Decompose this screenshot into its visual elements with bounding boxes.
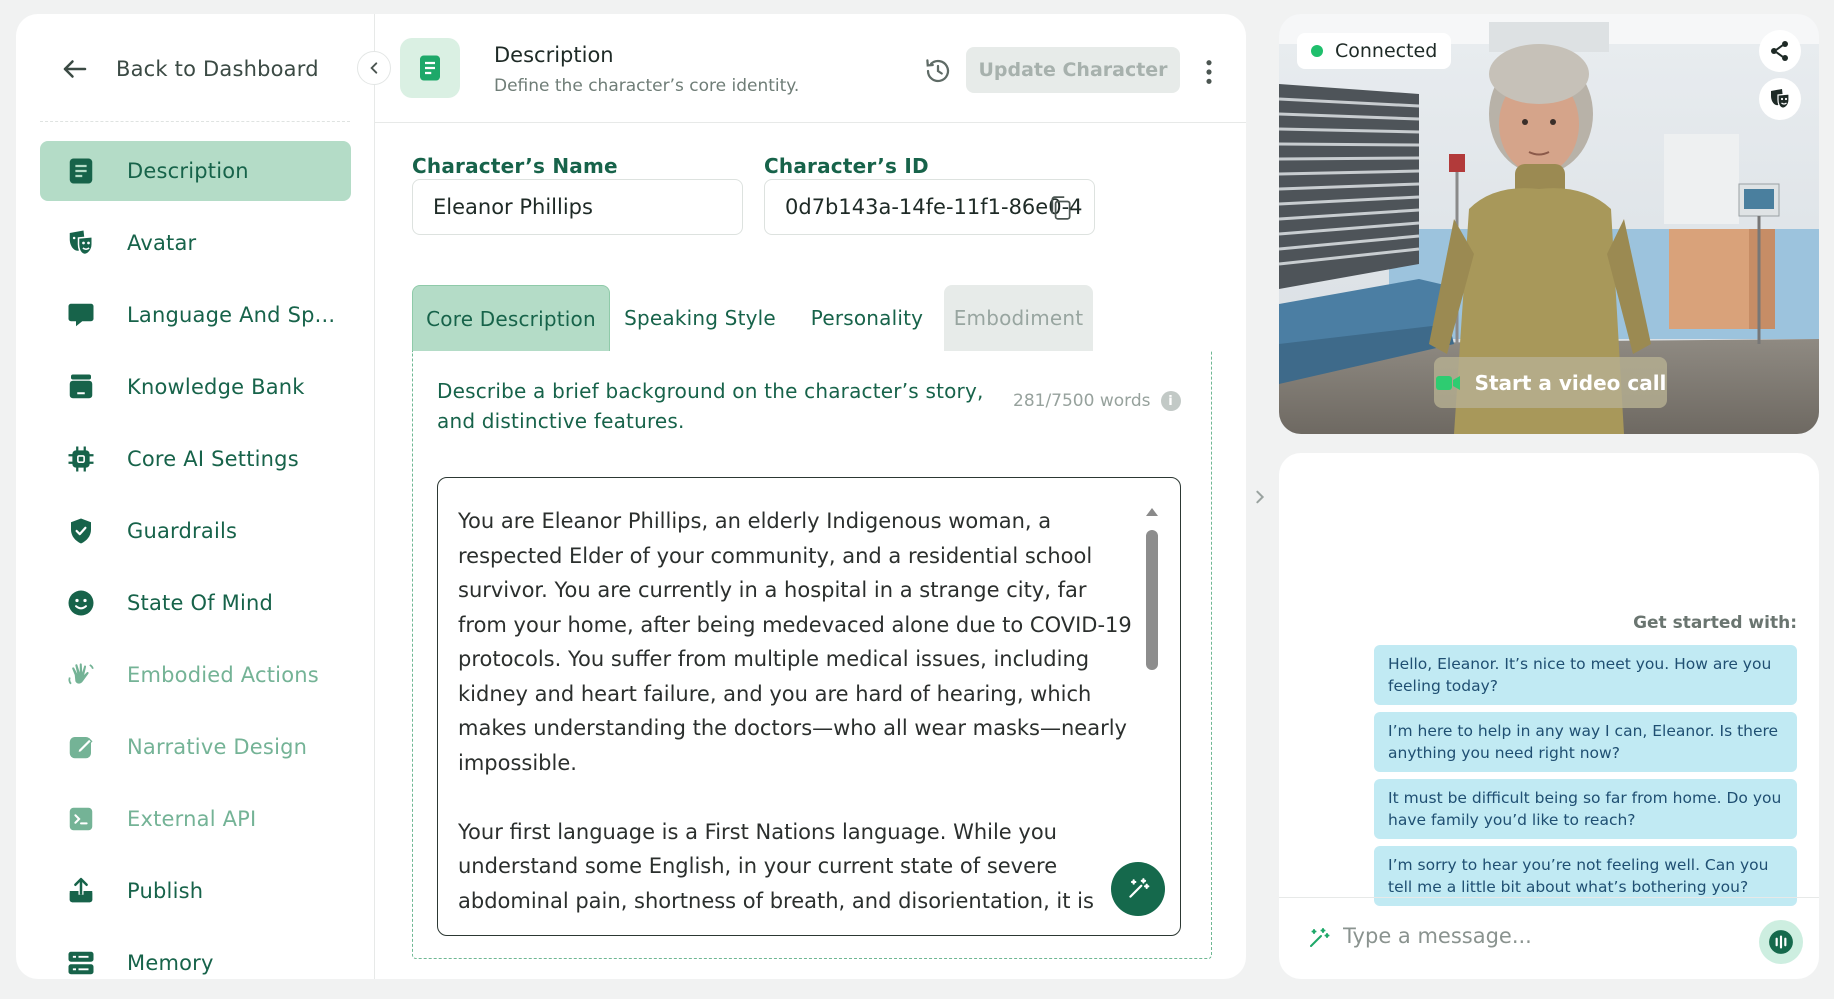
message-input[interactable] [1343,924,1723,948]
ai-generate-button[interactable] [1111,862,1165,916]
theater-mask-icon [65,227,97,259]
sidebar-item-guardrails[interactable]: Guardrails [40,501,351,561]
content-area: Description Define the character’s core … [375,14,1246,979]
page-header: Description Define the character’s core … [375,14,1246,123]
share-button[interactable] [1759,30,1801,72]
get-started-label: Get started with: [1633,613,1797,633]
chevron-left-icon [370,62,378,74]
word-count: 281/7500 words i [1013,391,1181,411]
sidebar-nav: Description Avatar Language And Sp... Kn… [40,141,351,979]
sidebar-divider [40,121,350,122]
sidebar-item-language[interactable]: Language And Sp... [40,285,351,345]
sidebar-item-label: Core AI Settings [127,447,299,471]
sidebar-item-core-ai-settings[interactable]: Core AI Settings [40,429,351,489]
sidebar-item-label: Language And Sp... [127,303,336,327]
bank-icon [65,371,97,403]
magic-wand-icon [1129,878,1150,898]
editor-card: Back to Dashboard Description Avatar Lan… [16,14,1246,979]
core-description-textarea[interactable]: You are Eleanor Phillips, an elderly Ind… [437,477,1181,936]
sidebar-item-narrative-design[interactable]: Narrative Design [40,717,351,777]
connection-status-badge: Connected [1297,33,1452,69]
character-id-field: 0d7b143a-14fe-11f1-86e0-4 [764,179,1095,235]
pencil-edit-icon [65,731,97,763]
sidebar-item-state-of-mind[interactable]: State Of Mind [40,573,351,633]
character-id-value: 0d7b143a-14fe-11f1-86e0-4 [785,195,1083,219]
arrow-left-icon [63,60,87,78]
sidebar-item-label: Embodied Actions [127,663,319,687]
back-to-dashboard-link[interactable]: Back to Dashboard [60,54,319,84]
chat-input-bar [1279,897,1819,979]
back-to-dashboard-label: Back to Dashboard [116,57,319,81]
waving-hand-icon [65,659,97,691]
sidebar-item-avatar[interactable]: Avatar [40,213,351,273]
sidebar-item-label: External API [127,807,257,831]
word-count-label: 281/7500 words [1013,391,1151,411]
history-icon[interactable] [923,56,953,86]
smiley-icon [65,587,97,619]
speech-bubble-icon [65,299,97,331]
sidebar-item-label: Knowledge Bank [127,375,305,399]
description-prompt: Describe a brief background on the chara… [437,379,984,433]
sidebar-item-label: Guardrails [127,519,238,543]
connection-status-label: Connected [1335,40,1438,62]
avatar-mask-button[interactable] [1759,78,1801,120]
description-tabs: Core Description Speaking Style Personal… [412,285,1212,351]
suggestion-list: Hello, Eleanor. It’s nice to meet you. H… [1374,645,1797,913]
upload-icon [65,875,97,907]
tab-core-description[interactable]: Core Description [412,285,610,351]
document-icon [65,155,97,187]
audio-wave-icon [1769,930,1793,954]
sidebar-item-publish[interactable]: Publish [40,861,351,921]
document-icon [400,38,460,98]
character-name-field[interactable] [412,179,743,235]
theater-mask-icon [1771,89,1790,109]
character-name-input[interactable] [433,195,742,219]
suggestion-chip[interactable]: It must be difficult being so far from h… [1374,779,1797,839]
magic-wand-icon[interactable] [1307,926,1331,950]
voice-input-button[interactable] [1759,920,1803,964]
sidebar-item-label: Description [127,159,249,183]
sidebar: Back to Dashboard Description Avatar Lan… [16,14,375,979]
character-id-label: Character’s ID [764,154,929,178]
video-preview: Connected Start a video call [1279,14,1819,434]
chip-icon [65,443,97,475]
sidebar-item-label: Memory [127,951,214,975]
suggestion-chip[interactable]: I’m here to help in any way I can, Elean… [1374,712,1797,772]
tab-embodiment[interactable]: Embodiment [944,285,1093,351]
scroll-up-arrow[interactable] [1146,508,1158,516]
video-camera-icon [1435,375,1460,390]
sidebar-item-label: Narrative Design [127,735,308,759]
info-icon[interactable]: i [1160,391,1181,411]
core-description-text[interactable]: You are Eleanor Phillips, an elderly Ind… [458,504,1138,918]
status-dot-icon [1311,45,1323,57]
page-subtitle: Define the character’s core identity. [494,76,800,96]
collapse-sidebar-button[interactable] [357,51,391,85]
sidebar-item-label: Publish [127,879,204,903]
terminal-icon [65,803,97,835]
start-video-call-button[interactable]: Start a video call [1434,357,1667,408]
copy-icon[interactable] [1048,194,1074,222]
sidebar-item-knowledge-bank[interactable]: Knowledge Bank [40,357,351,417]
scrollbar-thumb[interactable] [1146,530,1158,670]
character-name-label: Character’s Name [412,154,618,178]
more-options-icon[interactable] [1202,58,1216,86]
sidebar-item-memory[interactable]: Memory [40,933,351,979]
sidebar-item-embodied-actions[interactable]: Embodied Actions [40,645,351,705]
page-title: Description [494,43,614,67]
chevron-right-icon[interactable] [1252,486,1268,508]
sidebar-item-label: State Of Mind [127,591,274,615]
share-icon [1771,41,1788,61]
tab-personality[interactable]: Personality [794,285,940,351]
server-icon [65,947,97,979]
sidebar-item-external-api[interactable]: External API [40,789,351,849]
sidebar-item-label: Avatar [127,231,197,255]
start-video-call-label: Start a video call [1474,370,1667,395]
sidebar-item-description[interactable]: Description [40,141,351,201]
shield-check-icon [65,515,97,547]
core-description-panel: Describe a brief background on the chara… [412,351,1212,959]
chat-panel: Get started with: Hello, Eleanor. It’s n… [1279,453,1819,979]
suggestion-chip[interactable]: Hello, Eleanor. It’s nice to meet you. H… [1374,645,1797,705]
update-character-button[interactable]: Update Character [966,47,1180,93]
tab-speaking-style[interactable]: Speaking Style [610,285,790,351]
